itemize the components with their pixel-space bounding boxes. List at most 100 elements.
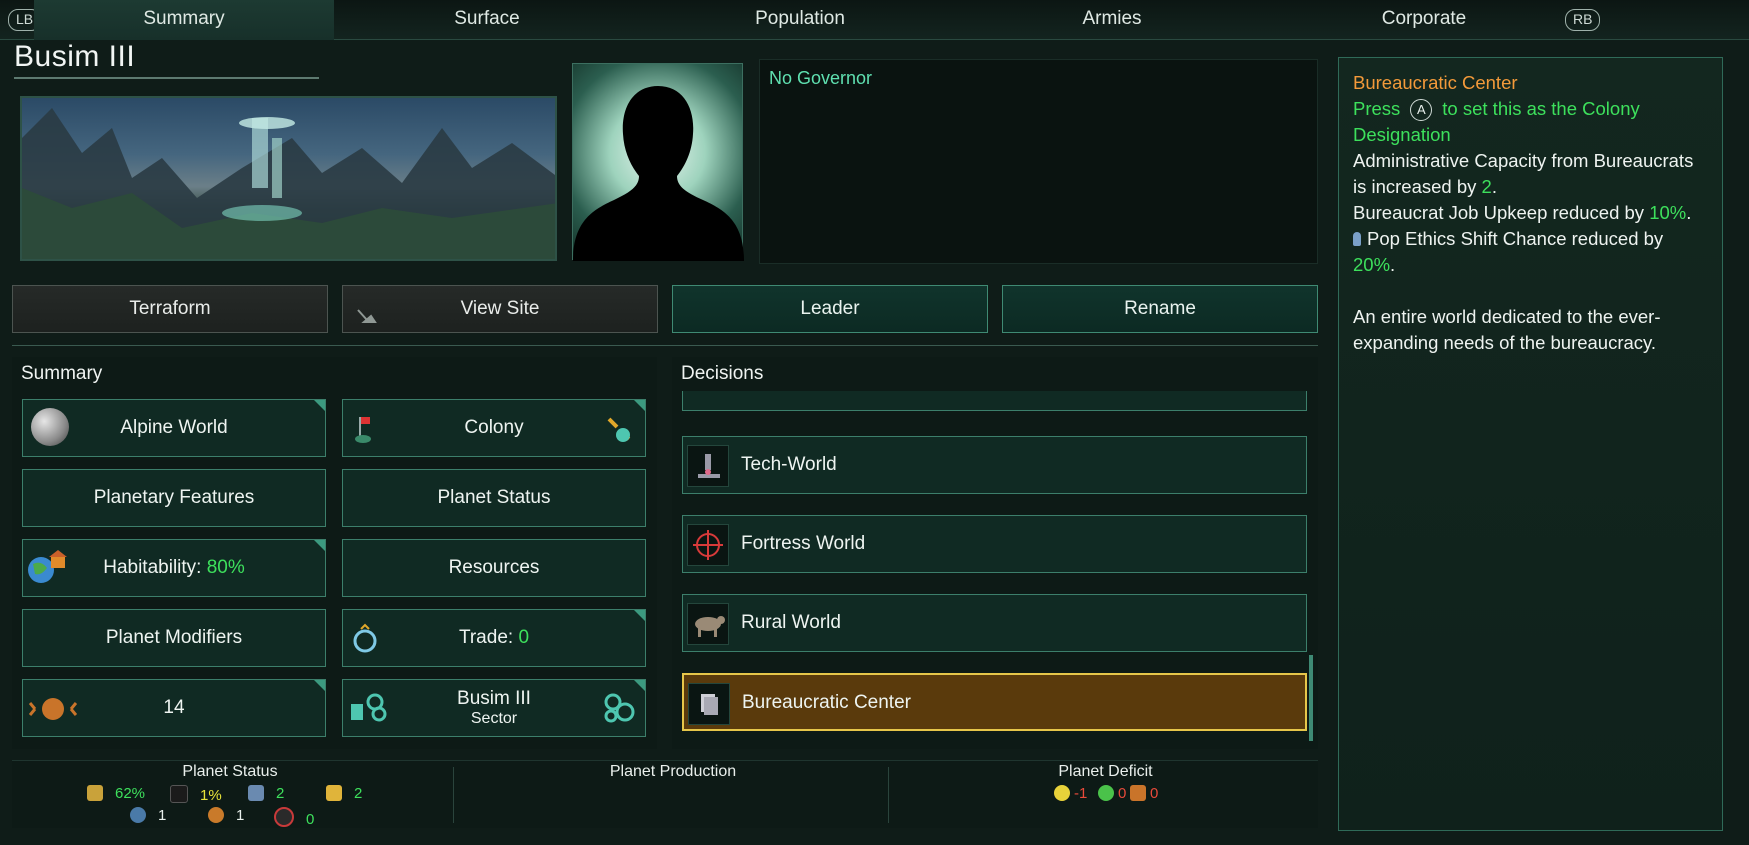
tab-bar: LB Summary Surface Population Armies Cor… — [0, 0, 1749, 40]
habitability-globe-icon — [27, 550, 67, 586]
person-silhouette-icon — [573, 86, 744, 261]
planetary-features-cell[interactable]: Planetary Features — [22, 469, 326, 527]
admin-text: Administrative Capacity from Bureaucrats… — [1353, 150, 1694, 197]
press-text: Press — [1353, 98, 1401, 119]
cell-corner — [634, 680, 645, 691]
energy-deficit-value: -1 — [1074, 785, 1088, 802]
unemployed-value: 1 — [236, 807, 245, 824]
pop-value: 1 — [158, 807, 167, 824]
microscope-icon — [687, 445, 729, 487]
colony-label: Colony — [464, 417, 524, 438]
tab-corporate[interactable]: Corporate — [1274, 0, 1574, 40]
tooltip-line-ethics: Pop Ethics Shift Chance reduced by 20%. — [1353, 228, 1664, 275]
crime-value: 1% — [200, 787, 222, 804]
no-jobs-icon — [274, 807, 294, 827]
view-site-label: View Site — [460, 298, 540, 319]
trade-value: 0 — [518, 627, 530, 648]
resources-cell[interactable]: Resources — [342, 539, 646, 597]
title-underline — [14, 77, 319, 79]
energy-icon — [1054, 785, 1070, 801]
stability-icon — [87, 785, 103, 801]
planet-class-label: Alpine World — [120, 417, 228, 438]
amenities-value: 2 — [276, 785, 285, 802]
planet-deficit-title: Planet Deficit — [1058, 763, 1153, 780]
cell-corner — [314, 400, 325, 411]
shovel-icon — [355, 298, 379, 323]
cell-corner — [314, 540, 325, 551]
no-jobs-value: 0 — [306, 811, 315, 828]
sector-cell[interactable]: Busim III Sector — [342, 679, 646, 737]
decision-fortress-world[interactable]: Fortress World — [682, 515, 1307, 573]
leader-button[interactable]: Leader — [672, 285, 988, 333]
paper-stack-icon — [688, 683, 730, 725]
food-icon — [1098, 785, 1114, 801]
cell-corner — [634, 610, 645, 621]
wrench-icon[interactable] — [603, 412, 635, 444]
trade-label: Trade: — [458, 627, 514, 648]
governor-label: No Governor — [769, 68, 873, 88]
tab-surface[interactable]: Surface — [337, 0, 637, 40]
no-jobs-stat: 0 — [274, 807, 314, 828]
minerals-deficit-value: 0 — [1150, 785, 1159, 802]
rb-button[interactable]: RB — [1565, 9, 1601, 31]
housing-value: 2 — [354, 785, 363, 802]
colony-cell[interactable]: Colony — [342, 399, 646, 457]
decision-tech-world[interactable]: Tech-World — [682, 436, 1307, 494]
pop-icon — [130, 807, 146, 823]
planet-status-title: Planet Status — [182, 763, 278, 780]
sector-icon — [347, 692, 387, 724]
unemployed-pop-icon — [208, 807, 224, 823]
habitability-cell[interactable]: Habitability: 80% — [22, 539, 326, 597]
alpine-planet-icon — [31, 408, 69, 446]
crime-icon — [170, 785, 188, 803]
decision-label: Fortress World — [741, 533, 866, 554]
tab-summary[interactable]: Summary — [34, 0, 334, 40]
crime-stat: 1% — [170, 785, 222, 804]
decision-partial[interactable] — [682, 391, 1307, 411]
ethics-text: Pop Ethics Shift Chance reduced by — [1367, 228, 1664, 249]
divider — [453, 767, 454, 823]
planet-class-cell[interactable]: Alpine World — [22, 399, 326, 457]
crosshair-icon — [687, 524, 729, 566]
rename-button[interactable]: Rename — [1002, 285, 1318, 333]
trade-cell[interactable]: Trade: 0 — [342, 609, 646, 667]
stability-stat: 62% — [87, 785, 145, 802]
planet-landscape-image — [20, 96, 557, 261]
governor-portrait[interactable] — [572, 63, 744, 261]
decision-label: Tech-World — [741, 454, 837, 475]
summary-panel: Summary Alpine World Colony Planetary Fe… — [12, 357, 657, 749]
sector-name: Busim III — [457, 688, 531, 709]
planet-modifiers-cell[interactable]: Planet Modifiers — [22, 609, 326, 667]
planet-size-value: 14 — [163, 697, 185, 718]
pop-icon — [1353, 232, 1361, 246]
stability-value: 62% — [115, 785, 146, 802]
pop-stat: 1 — [130, 807, 166, 824]
summary-title: Summary — [21, 363, 103, 384]
tab-population[interactable]: Population — [650, 0, 950, 40]
planet-status-cell[interactable]: Planet Status — [342, 469, 646, 527]
admin-value: 2 — [1481, 176, 1492, 197]
cell-corner — [634, 400, 645, 411]
planet-size-cell[interactable]: 14 — [22, 679, 326, 737]
a-button-icon: A — [1410, 99, 1433, 121]
terraform-button[interactable]: Terraform — [12, 285, 328, 333]
food-deficit-value: 0 — [1118, 785, 1127, 802]
cattle-icon — [687, 603, 729, 645]
divider — [888, 767, 889, 823]
decision-rural-world[interactable]: Rural World — [682, 594, 1307, 652]
colony-flag-icon — [353, 412, 373, 444]
governor-panel: No Governor — [759, 59, 1318, 264]
food-deficit-stat: 0 — [1098, 785, 1126, 802]
decision-bureaucratic-center[interactable]: Bureaucratic Center — [682, 673, 1307, 731]
habitability-value: 80% — [206, 557, 245, 578]
tab-armies[interactable]: Armies — [962, 0, 1262, 40]
amenities-icon — [248, 785, 264, 801]
unemployed-stat: 1 — [208, 807, 244, 824]
view-site-button[interactable]: View Site — [342, 285, 658, 333]
housing-stat: 2 — [326, 785, 362, 802]
tooltip-press-hint: Press Ato set this as the Colony Designat… — [1353, 96, 1708, 148]
sector-cogs-icon — [601, 692, 637, 724]
energy-deficit-stat: -1 — [1054, 785, 1087, 802]
tooltip-description: An entire world dedicated to the ever-ex… — [1353, 306, 1661, 353]
decisions-scrollbar[interactable] — [1309, 655, 1313, 741]
